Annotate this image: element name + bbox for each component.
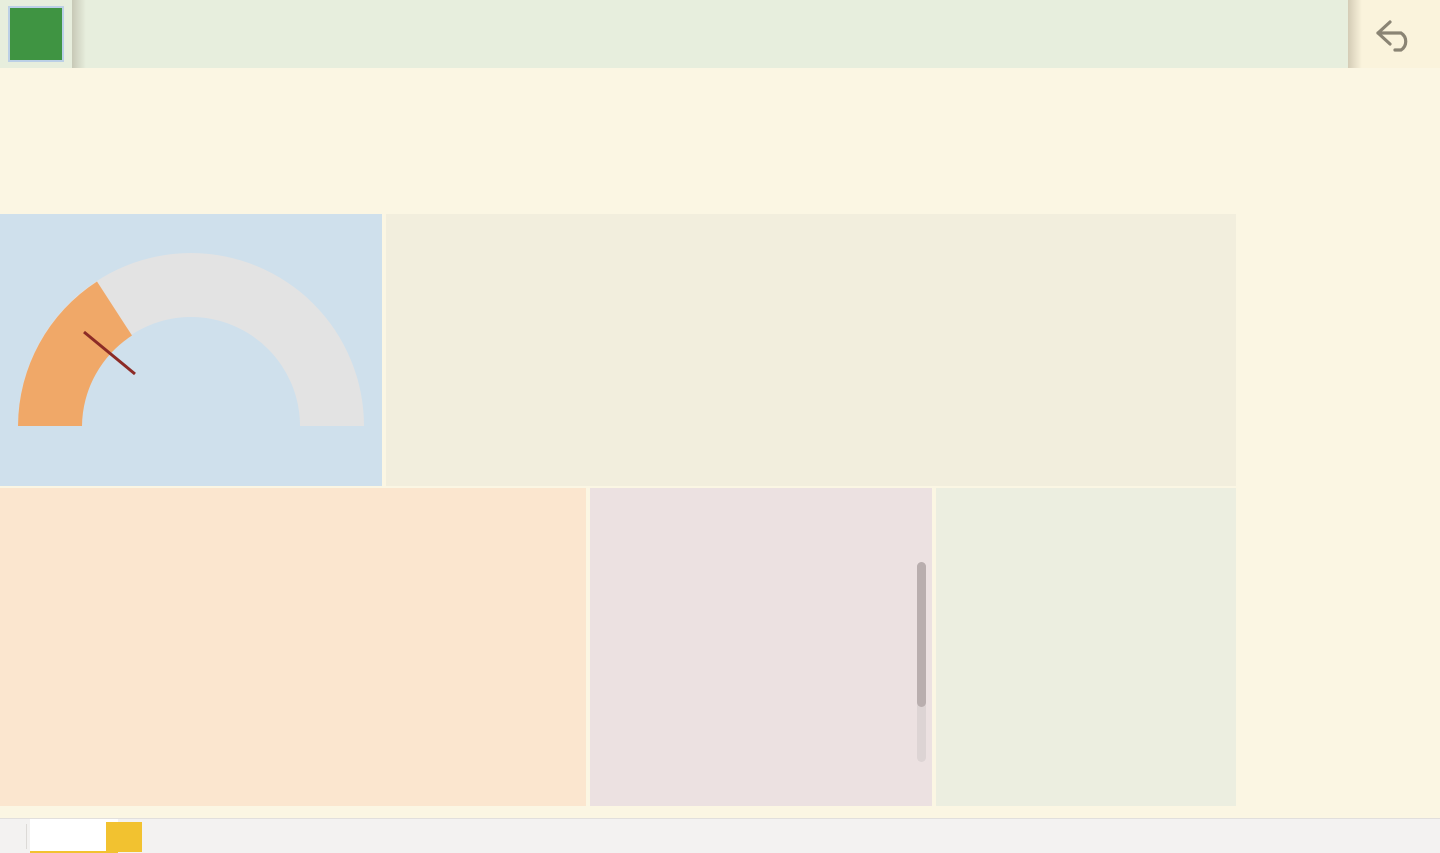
stacked-bar-chart[interactable] [386, 264, 1236, 439]
top-issues-title [936, 488, 1236, 496]
dispute-rate-chart[interactable] [0, 520, 586, 806]
tab-divider [26, 824, 27, 849]
compensation-rate-panel [0, 214, 382, 486]
top-issues-panel [936, 488, 1236, 806]
back-button[interactable] [1348, 0, 1440, 68]
add-page-button[interactable] [106, 822, 142, 852]
gauge-visual[interactable] [0, 250, 382, 450]
dispute-rate-title [0, 488, 586, 496]
dispute-compensation-panel [386, 214, 1236, 486]
value-dispute-title [590, 488, 932, 496]
slicer-panel [1240, 214, 1440, 806]
header-title-band [72, 0, 1347, 68]
dashboard-root [0, 0, 1440, 853]
wordcloud-visual[interactable] [936, 522, 1236, 806]
compensation-rate-title [0, 214, 382, 222]
back-arrow-icon [1376, 20, 1408, 52]
dtx-logo [8, 6, 64, 62]
tab-dataxan[interactable] [30, 819, 118, 853]
report-header [0, 0, 1440, 68]
dispute-rate-panel [0, 488, 586, 806]
dispute-compensation-title [386, 214, 1236, 224]
kpi-row [0, 68, 1440, 210]
value-dispute-vs-ship-panel [590, 488, 932, 806]
page-tab-bar [0, 818, 1440, 853]
value-dispute-scrollbar[interactable] [917, 562, 926, 762]
